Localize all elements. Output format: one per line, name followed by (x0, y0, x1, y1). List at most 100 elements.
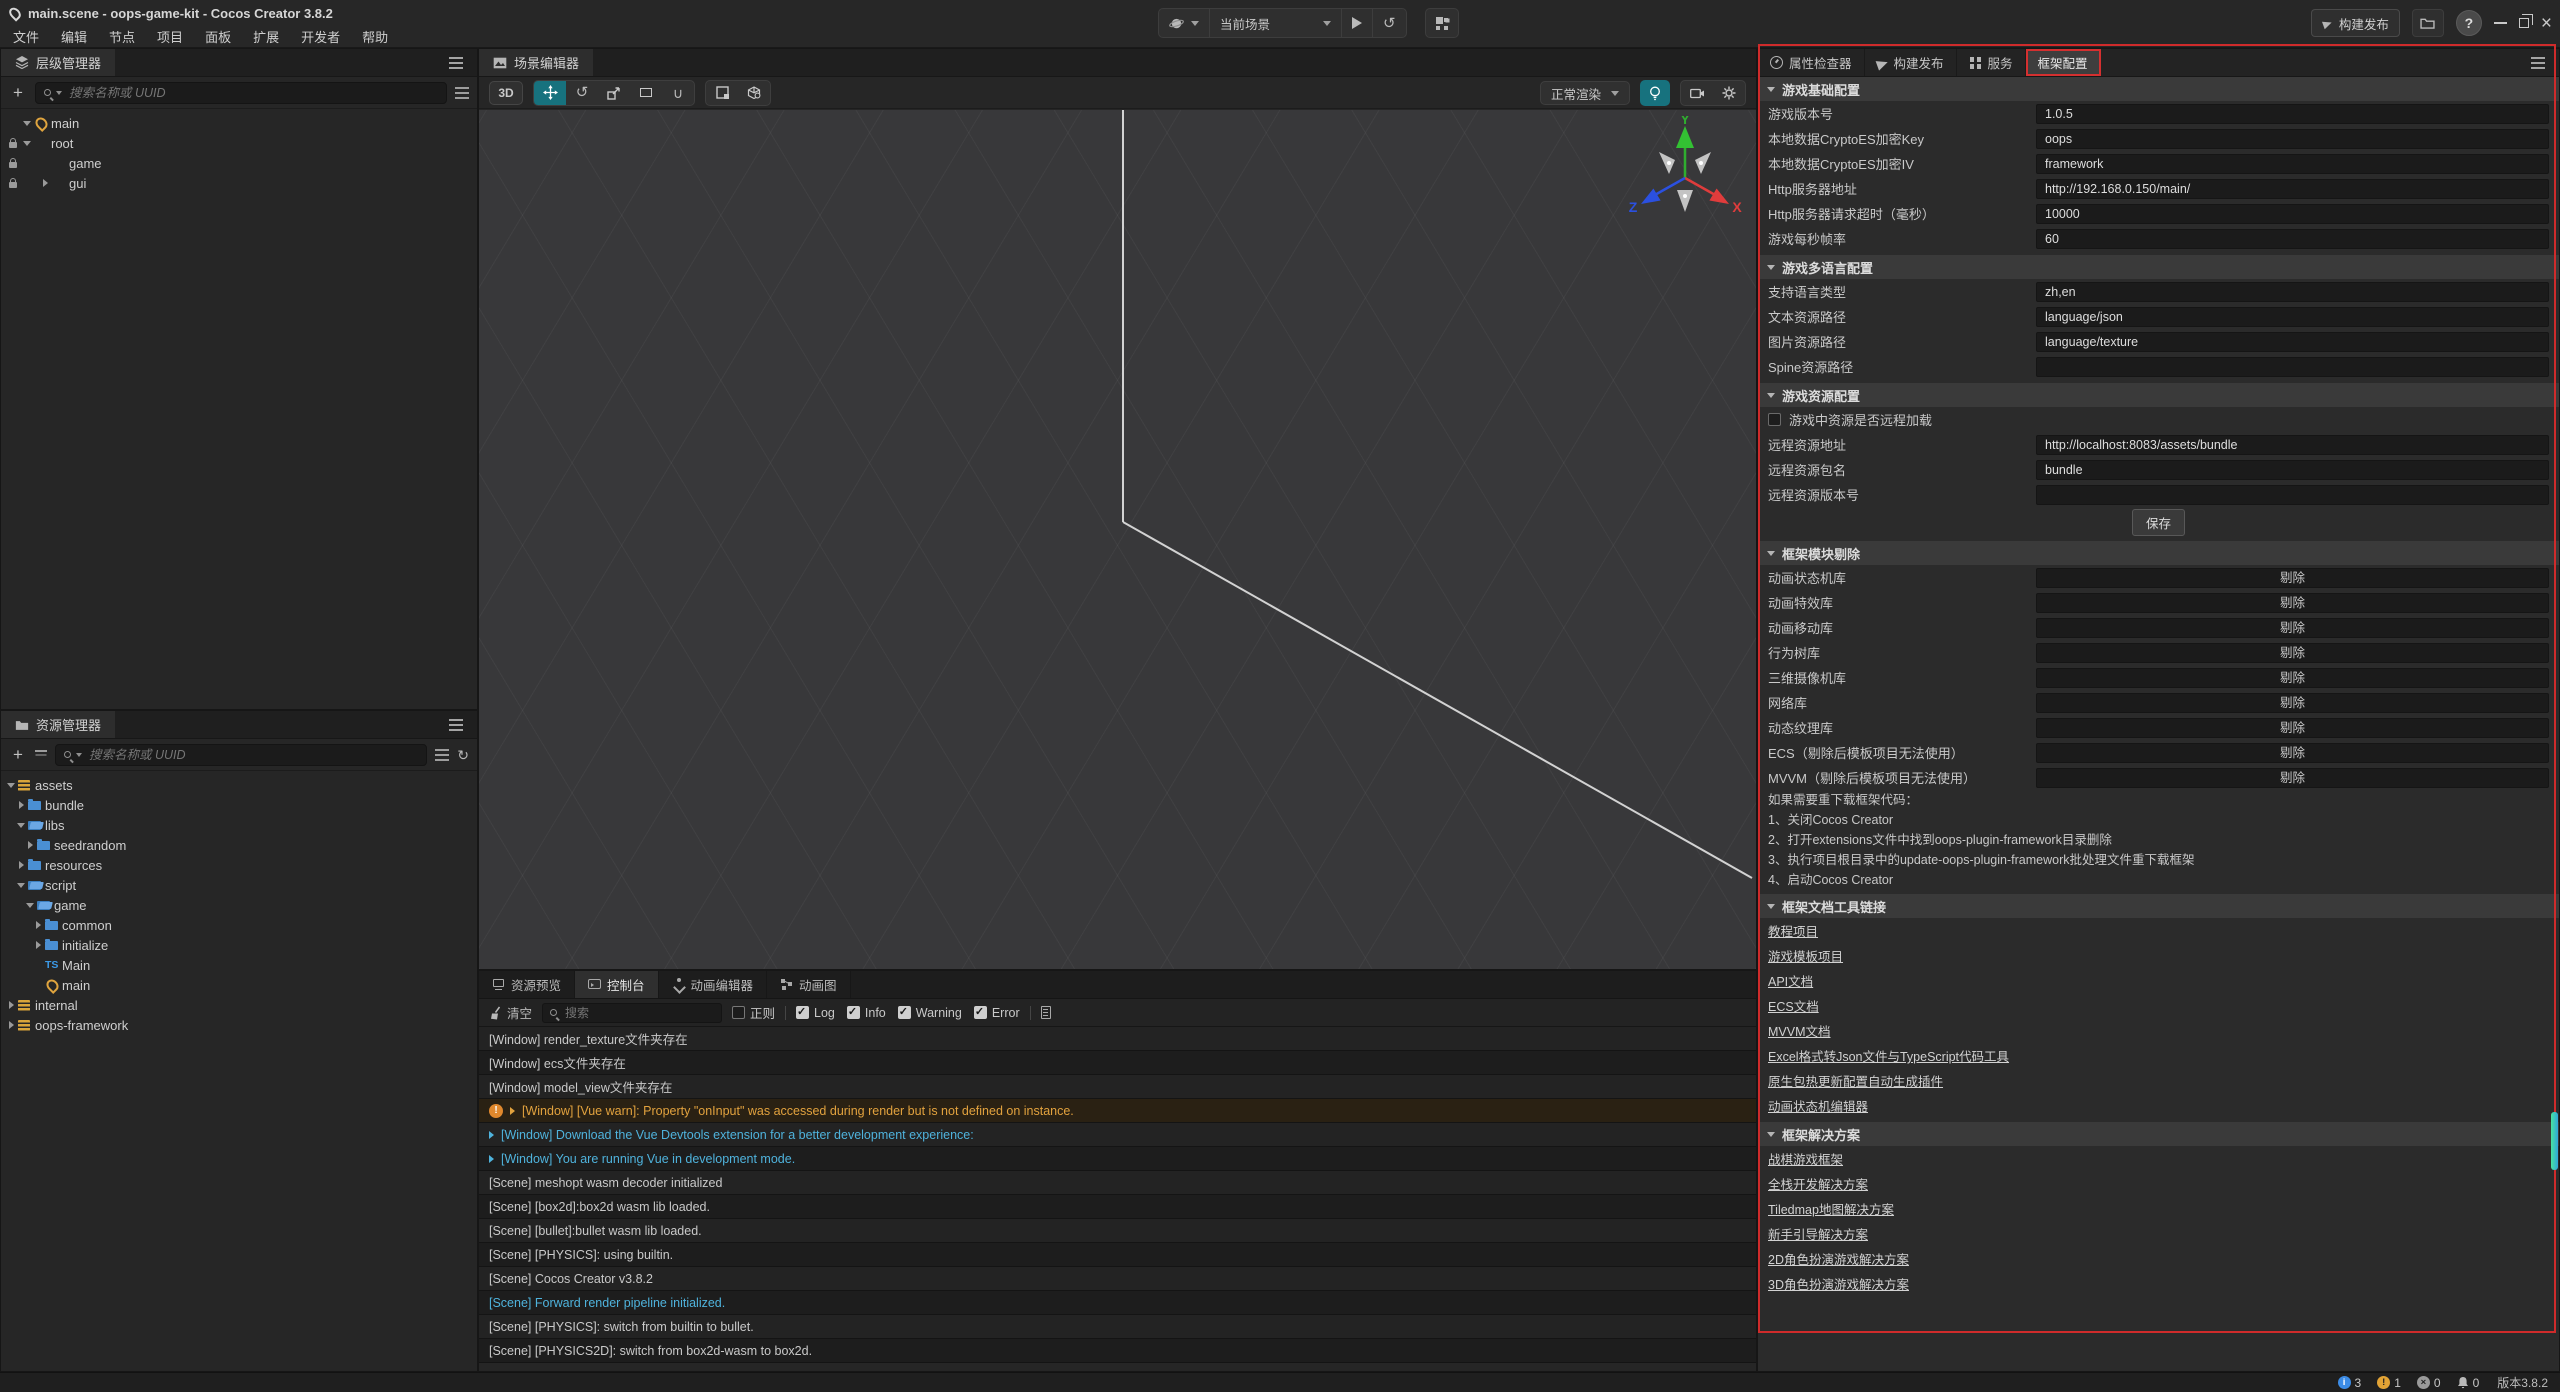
scene-viewport[interactable]: Y X Z (479, 110, 1756, 969)
tree-node[interactable]: seedrandom (1, 835, 477, 855)
tree-node[interactable]: root (1, 133, 477, 153)
hierarchy-search[interactable] (35, 82, 447, 104)
panel-menu-icon[interactable] (449, 724, 463, 726)
log-row[interactable]: ! [Window] model_view文件夹存在 (479, 1075, 1756, 1099)
expand-chevron-icon[interactable] (510, 1107, 515, 1115)
field-input[interactable]: language/texture (2036, 332, 2549, 352)
doc-link[interactable]: API文档 (1768, 971, 1813, 990)
tree-node[interactable]: script (1, 875, 477, 895)
help-button[interactable]: ? (2456, 10, 2482, 36)
assets-search-input[interactable] (87, 747, 418, 763)
tree-node[interactable]: bundle (1, 795, 477, 815)
regex-checkbox[interactable]: 正则 (732, 1003, 775, 1022)
checkbox-unchecked-icon[interactable] (1768, 413, 1781, 426)
clear-console-button[interactable]: 清空 (489, 1003, 532, 1022)
doc-link[interactable]: MVVM文档 (1768, 1021, 1831, 1040)
tree-node[interactable]: main (1, 113, 477, 133)
expand-chevron-icon[interactable] (39, 156, 52, 170)
render-mode-select[interactable]: 正常渲染 (1540, 81, 1630, 105)
tab-build-publish[interactable]: 构建发布 (1865, 49, 1957, 76)
assets-search[interactable] (55, 744, 427, 766)
tab-property-inspector[interactable]: 属性检查器 (1758, 49, 1865, 76)
doc-link[interactable]: 原生包热更新配置自动生成插件 (1768, 1071, 1943, 1090)
remove-module-button[interactable]: 剔除 (2036, 568, 2549, 588)
field-input[interactable] (2036, 357, 2549, 377)
log-row[interactable]: ! [Scene] [PHYSICS2D]: switch from box2d… (479, 1339, 1756, 1363)
section-header-resource-config[interactable]: 游戏资源配置 (1758, 383, 2559, 407)
expand-chevron-icon[interactable] (24, 838, 37, 852)
create-node-button[interactable]: + (9, 83, 27, 103)
build-publish-button[interactable]: 构建发布 (2311, 9, 2400, 37)
remove-module-button[interactable]: 剔除 (2036, 768, 2549, 788)
mode-3d-button[interactable]: 3D (489, 81, 523, 105)
field-input[interactable]: 1.0.5 (2036, 104, 2549, 124)
scene-settings-button[interactable] (1713, 81, 1745, 105)
hierarchy-search-input[interactable] (67, 85, 438, 101)
doc-link[interactable]: ECS文档 (1768, 996, 1819, 1015)
solution-link[interactable]: 战棋游戏框架 (1768, 1149, 1843, 1168)
menu-item[interactable]: 帮助 (351, 27, 399, 46)
console-tab[interactable]: 控制台 (575, 971, 659, 998)
ui-tool-button[interactable]: ∪ (662, 81, 694, 105)
log-row[interactable]: ! [Window] ecs文件夹存在 (479, 1051, 1756, 1075)
field-input[interactable]: oops (2036, 129, 2549, 149)
tab-assets[interactable]: 资源管理器 (1, 711, 115, 738)
expand-chevron-icon[interactable] (32, 958, 45, 972)
solution-link[interactable]: 新手引导解决方案 (1768, 1224, 1868, 1243)
tree-node[interactable]: common (1, 915, 477, 935)
rotate-tool-button[interactable]: ↺ (566, 81, 598, 105)
hierarchy-filter-icon[interactable] (455, 92, 469, 94)
log-row[interactable]: ! [Scene] Forward render pipeline initia… (479, 1291, 1756, 1315)
status-error[interactable]: × 0 (2417, 1376, 2441, 1390)
log-row[interactable]: ! [Window] Download the Vue Devtools ext… (479, 1123, 1756, 1147)
tree-node[interactable]: libs (1, 815, 477, 835)
status-notifications[interactable]: 0 (2457, 1376, 2480, 1390)
assets-filter-icon[interactable] (435, 754, 449, 756)
panel-menu-icon[interactable] (449, 62, 463, 64)
doc-link[interactable]: 动画状态机编辑器 (1768, 1096, 1868, 1115)
doc-link[interactable]: 教程项目 (1768, 921, 1818, 940)
coordinate-toggle-button[interactable] (738, 81, 770, 105)
expand-chevron-icon[interactable] (32, 918, 45, 932)
status-warning[interactable]: ! 1 (2377, 1376, 2401, 1390)
field-input[interactable]: bundle (2036, 460, 2549, 480)
tree-node[interactable]: game (1, 153, 477, 173)
solution-link[interactable]: 全栈开发解决方案 (1768, 1174, 1868, 1193)
restore-button[interactable] (2519, 18, 2529, 28)
expand-chevron-icon[interactable] (21, 116, 34, 130)
orientation-gizmo[interactable]: Y X Z (1625, 116, 1745, 236)
remove-module-button[interactable]: 剔除 (2036, 693, 2549, 713)
tree-node[interactable]: internal (1, 995, 477, 1015)
menu-item[interactable]: 面板 (194, 27, 242, 46)
log-file-icon[interactable] (1041, 1006, 1051, 1019)
remove-module-button[interactable]: 剔除 (2036, 618, 2549, 638)
move-tool-button[interactable] (534, 81, 566, 105)
scene-select-dropdown[interactable]: 当前场景 (1210, 9, 1342, 37)
tab-scene-editor[interactable]: 场景编辑器 (479, 49, 593, 76)
tree-node[interactable]: game (1, 895, 477, 915)
section-header-solutions[interactable]: 框架解决方案 (1758, 1122, 2559, 1146)
tree-node[interactable]: assets (1, 775, 477, 795)
expand-chevron-icon[interactable] (21, 136, 34, 150)
reload-button[interactable]: ↺ (1373, 9, 1406, 37)
menu-item[interactable]: 开发者 (290, 27, 351, 46)
log-row[interactable]: ! [Scene] [PHYSICS]: switch from builtin… (479, 1315, 1756, 1339)
expand-chevron-icon[interactable] (489, 1131, 494, 1139)
log-filter-checkbox[interactable]: Log (796, 1006, 835, 1020)
refresh-icon[interactable]: ↻ (457, 748, 469, 762)
expand-chevron-icon[interactable] (24, 898, 37, 912)
remove-module-button[interactable]: 剔除 (2036, 743, 2549, 763)
lighting-toggle-button[interactable] (1640, 80, 1670, 106)
console-tab[interactable]: 资源预览 (479, 971, 575, 998)
preview-platform-select[interactable] (1159, 9, 1210, 37)
rect-tool-button[interactable] (630, 81, 662, 105)
field-input[interactable]: zh,en (2036, 282, 2549, 302)
play-button[interactable] (1342, 9, 1373, 37)
expand-chevron-icon[interactable] (39, 176, 52, 190)
tree-node[interactable]: main (1, 975, 477, 995)
minimize-button[interactable] (2494, 22, 2507, 24)
solution-link[interactable]: Tiledmap地图解决方案 (1768, 1199, 1894, 1218)
log-row[interactable]: ! [Window] [Vue warn]: Property "onInput… (479, 1099, 1756, 1123)
log-row[interactable]: ! [Scene] [box2d]:box2d wasm lib loaded. (479, 1195, 1756, 1219)
save-button[interactable]: 保存 (2132, 509, 2185, 536)
